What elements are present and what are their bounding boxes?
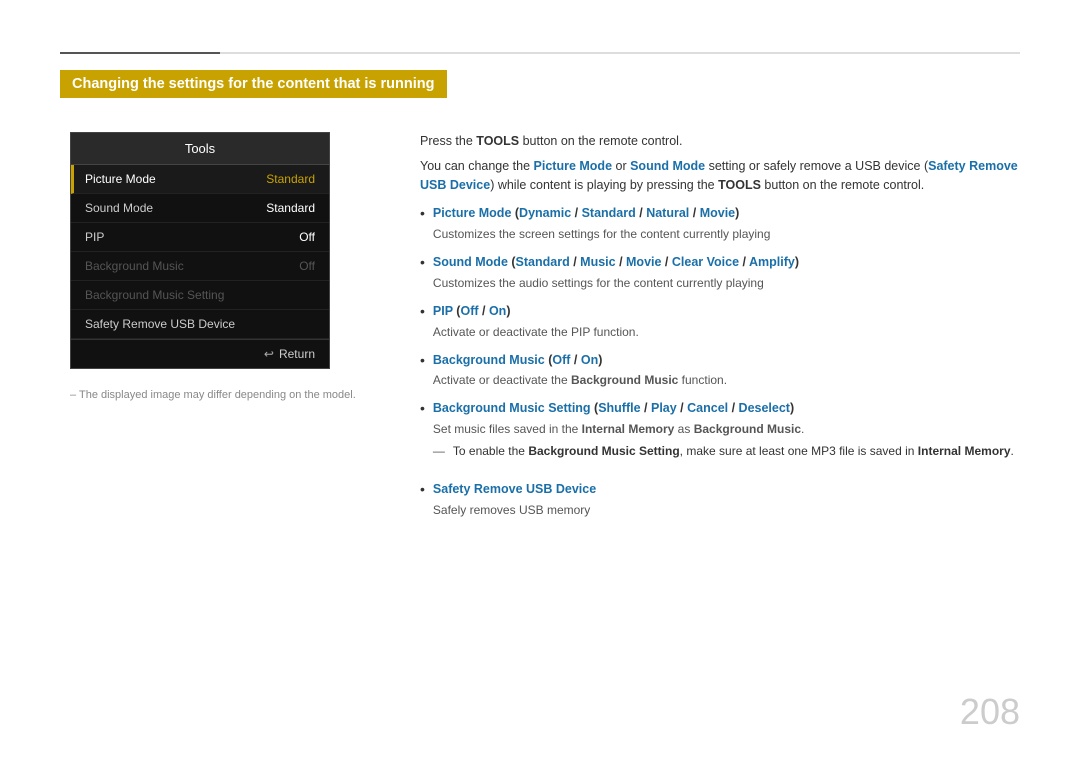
return-arrow-icon: ↩ [264,347,274,361]
bullet-desc-picture-mode: Customizes the screen settings for the c… [433,225,1020,243]
tools-item-picture-mode[interactable]: Picture Mode Standard [71,165,329,194]
footnote-text: The displayed image may differ depending… [79,389,356,401]
tools-item-sound-mode[interactable]: Sound Mode Standard [71,194,329,223]
bullet-desc-safety-remove: Safely removes USB memory [433,501,1020,519]
tools-footer: ↩ Return [71,339,329,368]
bullet-bg-music: • Background Music (Off / On) Activate o… [420,351,1020,390]
tools-item-pip-label: PIP [85,230,104,244]
bullet-content-picture-mode: Picture Mode (Dynamic / Standard / Natur… [433,204,1020,243]
intro-text: Press the TOOLS button on the remote con… [420,132,1020,194]
tools-keyword-1: TOOLS [476,134,519,148]
bullet-bg-music-setting: • Background Music Setting (Shuffle / Pl… [420,399,1020,470]
bullet-dot-6: • [420,479,425,500]
tools-item-sound-mode-label: Sound Mode [85,201,153,215]
sound-mode-link: Sound Mode [630,159,705,173]
bullet-content-bg-music: Background Music (Off / On) Activate or … [433,351,1020,390]
bullet-desc-bg-music-setting: Set music files saved in the Internal Me… [433,420,1020,438]
bullet-title-bg-music: Background Music (Off / On) [433,351,1020,370]
bullet-safety-remove: • Safety Remove USB Device Safely remove… [420,480,1020,519]
return-label: Return [279,347,315,361]
bullet-dot-5: • [420,398,425,419]
footnote-dash: – [70,389,79,401]
tools-item-picture-mode-label: Picture Mode [85,172,156,186]
note-text: To enable the Background Music Setting, … [453,442,1014,460]
bullet-title-bg-music-setting: Background Music Setting (Shuffle / Play… [433,399,1020,418]
bullet-title-safety-remove: Safety Remove USB Device [433,480,1020,499]
bullet-sound-mode: • Sound Mode (Standard / Music / Movie /… [420,253,1020,292]
picture-mode-link: Picture Mode [534,159,613,173]
bullet-dot-3: • [420,301,425,322]
top-decorative-line [60,52,1020,54]
tools-item-bg-music-value: Off [299,259,315,273]
bullet-desc-bg-music: Activate or deactivate the Background Mu… [433,371,1020,389]
bullet-title-pip: PIP (Off / On) [433,302,1020,321]
bullet-content-sound-mode: Sound Mode (Standard / Music / Movie / C… [433,253,1020,292]
note-dash: — [433,442,445,460]
intro-line1: Press the TOOLS button on the remote con… [420,132,1020,151]
tools-item-bg-music-setting-label: Background Music Setting [85,288,224,302]
left-section: Tools Picture Mode Standard Sound Mode S… [60,132,380,529]
right-section: Press the TOOLS button on the remote con… [420,132,1020,529]
bullet-title-sound-mode: Sound Mode (Standard / Music / Movie / C… [433,253,1020,272]
tools-return[interactable]: ↩ Return [264,347,315,361]
bullet-content-bg-music-setting: Background Music Setting (Shuffle / Play… [433,399,1020,470]
tools-item-bg-music-setting: Background Music Setting [71,281,329,310]
tools-item-pip[interactable]: PIP Off [71,223,329,252]
tools-item-bg-music-label: Background Music [85,259,184,273]
note-line: — To enable the Background Music Setting… [433,442,1020,460]
bullet-list: • Picture Mode (Dynamic / Standard / Nat… [420,204,1020,519]
tools-item-bg-music: Background Music Off [71,252,329,281]
tools-dialog: Tools Picture Mode Standard Sound Mode S… [70,132,330,369]
footnote: – The displayed image may differ dependi… [60,389,380,401]
bullet-dot-1: • [420,203,425,224]
bullet-content-safety-remove: Safety Remove USB Device Safely removes … [433,480,1020,519]
bullet-dot-4: • [420,350,425,371]
page-title: Changing the settings for the content th… [60,70,447,98]
tools-item-pip-value: Off [299,230,315,244]
bullet-desc-pip: Activate or deactivate the PIP function. [433,323,1020,341]
bullet-content-pip: PIP (Off / On) Activate or deactivate th… [433,302,1020,341]
bullet-pip: • PIP (Off / On) Activate or deactivate … [420,302,1020,341]
intro-line2: You can change the Picture Mode or Sound… [420,157,1020,195]
bullet-dot-2: • [420,252,425,273]
tools-dialog-title: Tools [71,133,329,165]
bullet-desc-sound-mode: Customizes the audio settings for the co… [433,274,1020,292]
tools-item-sound-mode-value: Standard [266,201,315,215]
tools-item-picture-mode-value: Standard [266,172,315,186]
tools-item-safety-remove-label: Safety Remove USB Device [85,317,235,331]
tools-item-safety-remove[interactable]: Safety Remove USB Device [71,310,329,339]
bullet-title-picture-mode: Picture Mode (Dynamic / Standard / Natur… [433,204,1020,223]
bullet-picture-mode: • Picture Mode (Dynamic / Standard / Nat… [420,204,1020,243]
tools-keyword-2: TOOLS [718,178,761,192]
page-number: 208 [960,691,1020,733]
